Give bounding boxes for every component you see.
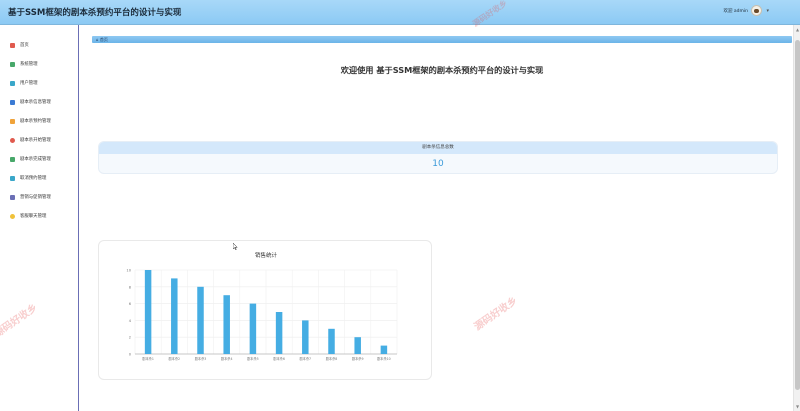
cancel-icon	[10, 175, 15, 181]
sidebar-item-home[interactable]: 首页	[10, 40, 29, 50]
y-tick-label: 8	[129, 285, 132, 289]
app-title: 基于SSM框架的剧本杀预约平台的设计与实现	[8, 8, 182, 18]
vertical-scrollbar[interactable]: ▲ ▼	[793, 25, 800, 411]
start-icon	[10, 137, 15, 143]
sidebar-item-label: 剧本杀开始管理	[20, 138, 51, 143]
sidebar-item-label: 剧本杀预约管理	[20, 119, 51, 124]
scrollbar-thumb[interactable]	[795, 40, 800, 390]
bar	[144, 270, 152, 354]
y-tick-label: 6	[129, 302, 132, 306]
chevron-down-icon[interactable]: ▾	[766, 8, 769, 14]
x-tick-label: 剧本杀7	[300, 356, 312, 361]
script-info-icon	[10, 99, 15, 105]
x-tick-label: 剧本杀1	[142, 356, 154, 361]
booking-icon	[10, 118, 15, 124]
x-tick-label: 剧本杀3	[195, 356, 207, 361]
bar	[380, 345, 388, 354]
sidebar-item-script-info[interactable]: 剧本杀信息管理	[10, 97, 51, 107]
mouse-cursor-icon	[233, 243, 238, 250]
sidebar-item-label: 剧本杀完成管理	[20, 157, 51, 162]
bar	[171, 278, 178, 354]
x-tick-label: 剧本杀8	[326, 356, 338, 361]
scroll-down-icon[interactable]: ▼	[795, 404, 800, 409]
top-header: 基于SSM框架的剧本杀预约平台的设计与实现 欢迎 admin ▾	[0, 0, 800, 25]
sidebar-item-label: 客服聊天管理	[20, 214, 47, 219]
x-tick-label: 剧本杀5	[247, 356, 259, 361]
finish-icon	[10, 156, 15, 162]
settings-icon	[10, 61, 15, 67]
scroll-up-icon[interactable]: ▲	[795, 27, 800, 32]
bar	[302, 320, 309, 354]
bar	[249, 303, 257, 354]
chat-icon	[10, 213, 15, 219]
sidebar-item-label: 系统管理	[20, 62, 38, 67]
sidebar-item-start[interactable]: 剧本杀开始管理	[10, 135, 51, 145]
user-icon	[10, 80, 15, 86]
sidebar-item-promo[interactable]: 营销与促销管理	[10, 192, 51, 202]
sidebar-item-booking[interactable]: 剧本杀预约管理	[10, 116, 51, 126]
welcome-user: 欢迎 admin	[723, 9, 748, 14]
x-tick-label: 剧本杀6	[273, 356, 285, 361]
y-tick-label: 2	[129, 336, 131, 340]
bar	[197, 286, 204, 354]
sidebar-item-chat[interactable]: 客服聊天管理	[10, 211, 46, 221]
breadcrumb: ⌂ 首页	[92, 36, 792, 43]
home-icon	[10, 42, 15, 48]
sidebar-item-finish[interactable]: 剧本杀完成管理	[10, 154, 51, 164]
breadcrumb-home[interactable]: ⌂ 首页	[96, 37, 108, 43]
avatar[interactable]	[751, 5, 762, 16]
home-icon: ⌂	[96, 37, 99, 42]
bar-chart: 销售统计 0 2 4 6 8 10 剧本杀1 剧本杀2 剧本杀3 剧本杀4 剧本杀5 剧本杀6 剧本杀7 剧…	[126, 251, 398, 361]
stat-card: 剧本杀信息总数 10	[98, 141, 778, 174]
sidebar-item-users[interactable]: 用户管理	[10, 78, 38, 88]
x-tick-label: 剧本杀2	[169, 356, 181, 361]
y-tick-label: 0	[129, 353, 132, 357]
chart-card: 销售统计 0 2 4 6 8 10 剧本杀1 剧本杀2 剧本杀3 剧本杀4 剧本杀5 剧本杀6 剧本杀7 剧…	[98, 240, 432, 380]
sidebar-item-label: 剧本杀信息管理	[20, 100, 51, 105]
bar	[354, 337, 361, 354]
bar	[328, 328, 335, 354]
y-tick-label: 10	[126, 269, 131, 273]
sidebar-item-label: 用户管理	[20, 81, 38, 86]
bar	[223, 295, 230, 354]
sidebar-item-label: 营销与促销管理	[20, 195, 51, 200]
y-tick-label: 4	[129, 319, 132, 323]
sidebar: 首页 系统管理 用户管理 剧本杀信息管理 剧本杀预约管理 剧本杀开始管理 剧本杀…	[0, 25, 79, 411]
sidebar-item-system[interactable]: 系统管理	[10, 59, 38, 69]
x-tick-label: 剧本杀9	[352, 356, 364, 361]
stat-value: 10	[432, 159, 444, 169]
page-title: 欢迎使用 基于SSM框架的剧本杀预约平台的设计与实现	[340, 65, 544, 75]
bar	[275, 312, 283, 354]
sidebar-item-label: 取消预约管理	[20, 176, 47, 181]
promo-icon	[10, 194, 15, 200]
stat-label: 剧本杀信息总数	[99, 142, 777, 154]
sidebar-item-cancel[interactable]: 取消预约管理	[10, 173, 46, 183]
chart-title: 销售统计	[255, 251, 278, 259]
x-tick-label: 剧本杀10	[377, 356, 391, 361]
watermark: 源码好收乡	[472, 295, 520, 333]
sidebar-item-label: 首页	[20, 43, 29, 48]
x-tick-label: 剧本杀4	[221, 356, 233, 361]
